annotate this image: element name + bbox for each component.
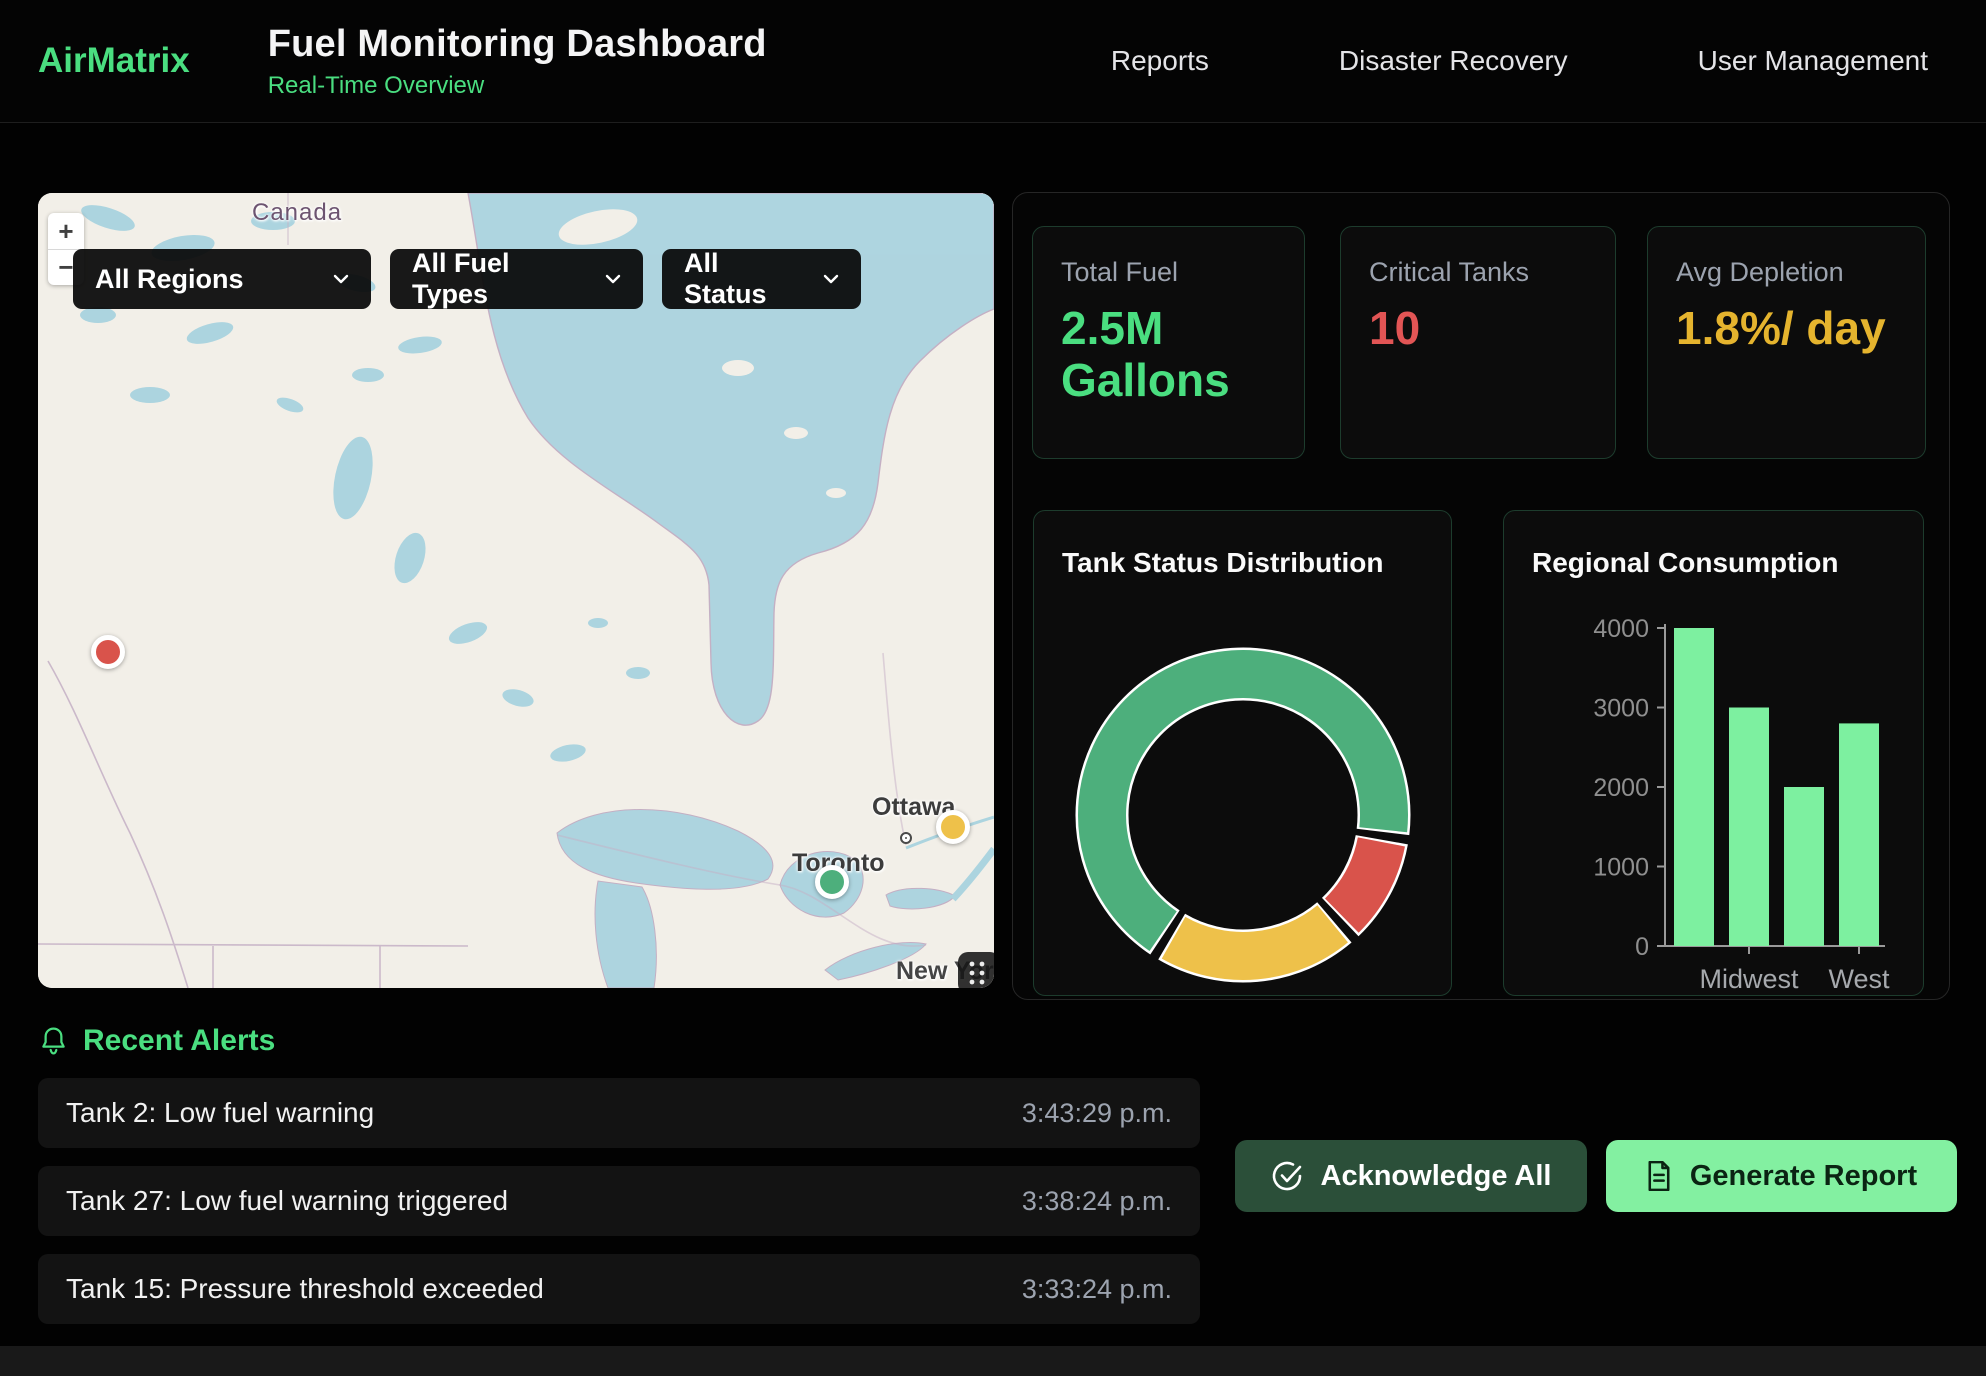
stat-label: Total Fuel: [1061, 257, 1276, 288]
region-filter-select[interactable]: All Regions: [73, 249, 371, 309]
nav-user-management[interactable]: User Management: [1698, 45, 1928, 77]
fuel-type-filter-value: All Fuel Types: [412, 248, 587, 310]
plus-icon: +: [58, 216, 73, 247]
map-marker-critical[interactable]: [91, 635, 125, 669]
svg-text:4000: 4000: [1593, 615, 1649, 643]
svg-text:3000: 3000: [1593, 695, 1649, 723]
brand-logo: AirMatrix: [38, 41, 190, 81]
drag-handle-icon: [958, 952, 994, 988]
app-root: AirMatrix Fuel Monitoring Dashboard Real…: [0, 0, 1986, 1376]
regional-consumption-chart: 0 1000 2000 3000 4000 Midwest West: [1504, 511, 1925, 997]
alert-time: 3:43:29 p.m.: [1022, 1098, 1172, 1129]
tank-status-card: Tank Status Distribution: [1033, 510, 1452, 996]
header: AirMatrix Fuel Monitoring Dashboard Real…: [0, 0, 1986, 123]
alert-text: Tank 27: Low fuel warning triggered: [66, 1185, 508, 1217]
ottawa-town-icon: [900, 832, 912, 844]
acknowledge-all-button[interactable]: Acknowledge All: [1235, 1140, 1587, 1212]
bottom-strip: [0, 1346, 1986, 1376]
stats-panel: Total Fuel 2.5M Gallons Critical Tanks 1…: [1012, 192, 1950, 1000]
map-marker-warning[interactable]: [936, 810, 970, 844]
page-subtitle: Real-Time Overview: [268, 72, 767, 100]
generate-report-label: Generate Report: [1690, 1160, 1917, 1193]
alerts-title: Recent Alerts: [83, 1024, 275, 1058]
nav-reports[interactable]: Reports: [1111, 45, 1209, 77]
fuel-type-filter-select[interactable]: All Fuel Types: [390, 249, 643, 309]
chevron-down-icon: [603, 269, 623, 289]
map-marker-normal[interactable]: [815, 865, 849, 899]
alert-time: 3:33:24 p.m.: [1022, 1274, 1172, 1305]
stat-card-total-fuel: Total Fuel 2.5M Gallons: [1032, 226, 1305, 459]
map-resize-handle[interactable]: [958, 952, 994, 988]
main-nav: Reports Disaster Recovery User Managemen…: [1111, 45, 1986, 77]
svg-text:2000: 2000: [1593, 774, 1649, 802]
map-panel[interactable]: Canada Ottawa Toronto New York + − All R…: [38, 193, 994, 988]
stat-label: Avg Depletion: [1676, 257, 1897, 288]
generate-report-button[interactable]: Generate Report: [1606, 1140, 1957, 1212]
document-icon: [1646, 1161, 1672, 1191]
minus-icon: −: [58, 252, 73, 283]
alert-time: 3:38:24 p.m.: [1022, 1186, 1172, 1217]
stat-value: 2.5M Gallons: [1061, 302, 1276, 407]
region-filter-value: All Regions: [95, 264, 244, 295]
alert-text: Tank 15: Pressure threshold exceeded: [66, 1273, 544, 1305]
alert-text: Tank 2: Low fuel warning: [66, 1097, 374, 1129]
stat-value: 1.8%/ day: [1676, 302, 1897, 354]
page-title: Fuel Monitoring Dashboard: [268, 23, 767, 66]
tank-status-title: Tank Status Distribution: [1062, 547, 1384, 579]
acknowledge-all-label: Acknowledge All: [1321, 1160, 1552, 1193]
map-filters: All Regions All Fuel Types All Status: [73, 249, 861, 309]
alert-row[interactable]: Tank 2: Low fuel warning 3:43:29 p.m.: [38, 1078, 1200, 1148]
stat-card-critical-tanks: Critical Tanks 10: [1340, 226, 1616, 459]
check-circle-icon: [1271, 1160, 1303, 1192]
bell-icon: [40, 1026, 67, 1056]
zoom-in-button[interactable]: +: [48, 213, 84, 249]
svg-text:1000: 1000: [1593, 854, 1649, 882]
chevron-down-icon: [331, 269, 351, 289]
stat-card-avg-depletion: Avg Depletion 1.8%/ day: [1647, 226, 1926, 459]
regional-consumption-card: Regional Consumption 01000200030004000Mi…: [1503, 510, 1924, 996]
status-filter-select[interactable]: All Status: [662, 249, 861, 309]
stat-value: 10: [1369, 302, 1587, 354]
alerts-header: Recent Alerts: [40, 1024, 275, 1058]
stat-label: Critical Tanks: [1369, 257, 1587, 288]
svg-text:0: 0: [1635, 933, 1649, 961]
nav-disaster-recovery[interactable]: Disaster Recovery: [1339, 45, 1568, 77]
tank-status-donut: [1073, 645, 1413, 985]
status-filter-value: All Status: [684, 248, 805, 310]
chevron-down-icon: [821, 269, 841, 289]
svg-text:West: West: [1828, 964, 1890, 994]
svg-text:Midwest: Midwest: [1699, 964, 1799, 994]
map-label-canada: Canada: [252, 199, 342, 227]
alert-row[interactable]: Tank 27: Low fuel warning triggered 3:38…: [38, 1166, 1200, 1236]
alert-row[interactable]: Tank 15: Pressure threshold exceeded 3:3…: [38, 1254, 1200, 1324]
